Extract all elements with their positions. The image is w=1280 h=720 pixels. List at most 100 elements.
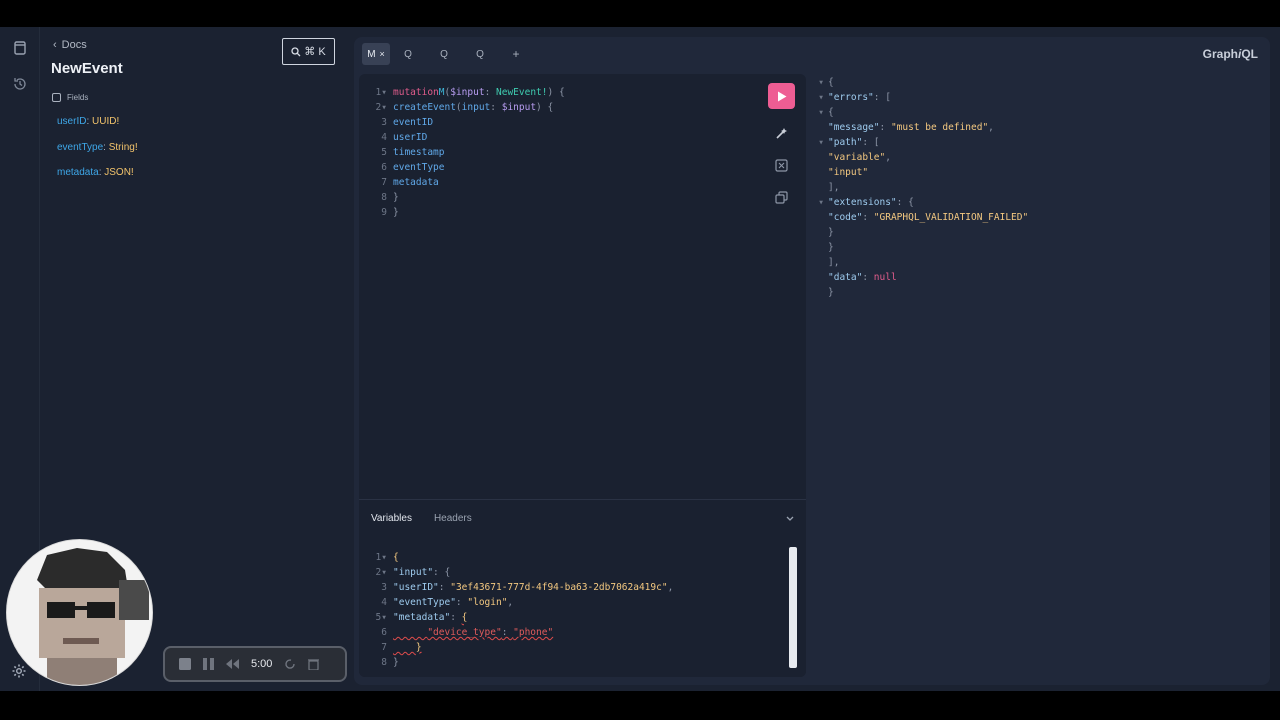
graphiql-logo: GraphiQL: [1203, 47, 1258, 61]
argument-name: input: [461, 102, 491, 113]
graphiql-window: ‹ Docs NewEvent ⌘ K Fields userID: UUID!…: [0, 27, 1280, 691]
tab-label: Q: [404, 48, 412, 60]
variable-name: $input: [450, 87, 485, 98]
selection-field: eventID: [393, 117, 434, 128]
line-number: 9: [381, 207, 387, 218]
line-number: 2▾: [375, 567, 387, 578]
line-number: 7: [381, 642, 387, 653]
json-key: "extensions": [828, 197, 897, 208]
tab[interactable]: Q: [390, 43, 426, 65]
selection-field: eventType: [393, 162, 445, 173]
field-type[interactable]: UUID!: [92, 116, 119, 127]
search-shortcut: ⌘ K: [304, 46, 326, 58]
json-key: "message": [828, 122, 880, 133]
pause-icon[interactable]: [203, 658, 214, 670]
json-key-error: "device_type": [427, 627, 502, 638]
scrollbar[interactable]: [789, 547, 797, 668]
history-icon[interactable]: [12, 76, 28, 92]
close-icon[interactable]: ×: [380, 49, 385, 59]
main-session-panel: M × Q Q Q + GraphiQL 1▾ mutation M($input…: [354, 37, 1270, 685]
tab-label: Q: [440, 48, 448, 60]
screen-recorder-controls: 5:00: [163, 646, 347, 682]
field-item[interactable]: eventType: String!: [57, 142, 138, 153]
rewind-icon[interactable]: [226, 659, 239, 669]
fold-icon[interactable]: ▾: [812, 105, 824, 120]
tab-label: M: [367, 48, 376, 60]
tab[interactable]: Q: [426, 43, 462, 65]
json-string: "login": [467, 597, 508, 608]
docs-icon[interactable]: [12, 40, 28, 56]
json-key: "path": [828, 137, 863, 148]
json-string: "must be defined": [890, 122, 989, 133]
fields-section-header: Fields: [52, 93, 88, 102]
tab[interactable]: Q: [462, 43, 498, 65]
fold-icon[interactable]: ▾: [812, 90, 824, 105]
docs-type-title: NewEvent: [51, 60, 123, 77]
field-call: createEvent: [393, 102, 456, 113]
line-number: 1▾: [375, 87, 387, 98]
variables-tabs: Variables Headers: [371, 513, 472, 524]
selection-field: timestamp: [393, 147, 445, 158]
plus-icon: +: [512, 47, 520, 61]
settings-icon[interactable]: [11, 663, 27, 679]
line-number: 7: [381, 177, 387, 188]
field-name[interactable]: eventType: [57, 142, 103, 153]
variables-editor[interactable]: 1▾{ 2▾ "input": { 3 "userID": "3ef43671-…: [367, 550, 674, 670]
prettify-icon[interactable]: [774, 126, 789, 141]
chevron-down-icon[interactable]: [784, 512, 796, 524]
docs-search-button[interactable]: ⌘ K: [282, 38, 335, 65]
field-type[interactable]: String!: [109, 142, 138, 153]
copy-icon[interactable]: [774, 190, 789, 205]
line-number: 2▾: [375, 102, 387, 113]
field-type[interactable]: JSON!: [104, 167, 133, 178]
json-key: "eventType": [393, 597, 456, 608]
selection-field: userID: [393, 132, 428, 143]
fields-label: Fields: [67, 93, 89, 102]
webcam-avatar: [6, 539, 153, 686]
json-key: "userID": [393, 582, 439, 593]
variable-type: NewEvent!: [496, 87, 548, 98]
json-key: "errors": [828, 92, 874, 103]
add-tab-button[interactable]: +: [498, 43, 534, 65]
merge-fragments-icon[interactable]: [774, 158, 789, 173]
brand-suffix: QL: [1241, 47, 1258, 61]
play-icon: [777, 91, 786, 101]
tab-variables[interactable]: Variables: [371, 513, 412, 524]
selection-field: metadata: [393, 177, 439, 188]
tab-headers[interactable]: Headers: [434, 513, 472, 524]
restart-icon[interactable]: [284, 658, 296, 670]
docs-back-label: Docs: [61, 39, 87, 51]
pixel-avatar-image: [7, 540, 152, 685]
json-string-error: "phone": [513, 627, 554, 638]
query-code[interactable]: 1▾ mutation M($input: NewEvent!) { 2▾ cre…: [367, 85, 565, 220]
recording-timer: 5:00: [251, 658, 273, 670]
line-number: 8: [381, 192, 387, 203]
fold-icon[interactable]: ▾: [812, 135, 824, 150]
field-name[interactable]: metadata: [57, 167, 99, 178]
line-number: 5: [381, 147, 387, 158]
line-number: 8: [381, 657, 387, 668]
json-string: "3ef43671-777d-4f94-ba63-2db7062a419c": [450, 582, 668, 593]
tab-active[interactable]: M ×: [362, 43, 390, 65]
fold-icon[interactable]: ▾: [812, 195, 824, 210]
fold-icon[interactable]: ▾: [812, 75, 824, 90]
json-key: "code": [828, 212, 863, 223]
response-json: ▾{ ▾ "errors": [ ▾ { "message": "must be…: [812, 75, 1028, 300]
docs-back-link[interactable]: ‹ Docs: [53, 39, 87, 51]
query-editor[interactable]: 1▾ mutation M($input: NewEvent!) { 2▾ cre…: [359, 74, 806, 677]
line-number: 4: [381, 132, 387, 143]
search-icon: [291, 46, 301, 56]
field-name[interactable]: userID: [57, 116, 86, 127]
line-number: 3: [381, 117, 387, 128]
trash-icon[interactable]: [308, 658, 320, 670]
line-number: 1▾: [375, 552, 387, 563]
fields-icon: [52, 93, 61, 102]
json-key: "input": [393, 567, 434, 578]
result-viewer: ▾{ ▾ "errors": [ ▾ { "message": "must be…: [812, 74, 1252, 677]
tab-bar: M × Q Q Q +: [362, 43, 534, 65]
field-item[interactable]: metadata: JSON!: [57, 167, 134, 178]
stop-icon[interactable]: [179, 658, 191, 670]
field-item[interactable]: userID: UUID!: [57, 116, 119, 127]
line-number: 5▾: [375, 612, 387, 623]
run-query-button[interactable]: [768, 83, 795, 109]
